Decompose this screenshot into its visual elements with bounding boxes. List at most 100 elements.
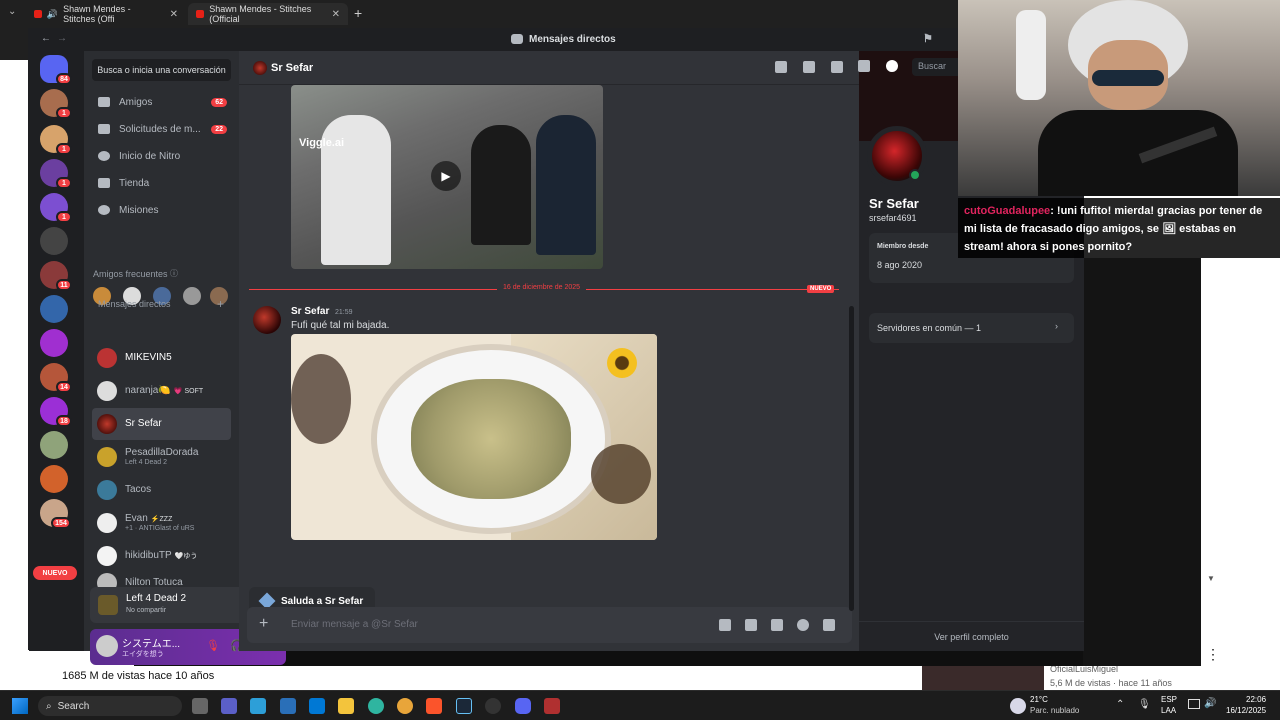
attach-plus-icon[interactable]: + bbox=[259, 615, 268, 633]
nav-back-icon[interactable]: ← bbox=[41, 33, 51, 44]
network-icon[interactable] bbox=[1188, 699, 1200, 709]
new-tab-button[interactable]: + bbox=[354, 5, 362, 21]
mutual-servers-label: Servidores en común — 1 bbox=[877, 323, 982, 333]
chevron-up-icon[interactable]: ⌃ bbox=[1116, 699, 1124, 710]
steam-icon[interactable] bbox=[456, 698, 472, 714]
mutual-servers-button[interactable]: Servidores en común — 1 › bbox=[869, 313, 1074, 343]
nav-friends[interactable]: Amigos 62 bbox=[92, 90, 231, 114]
video-call-icon[interactable] bbox=[803, 61, 815, 73]
server-rail: 84 1 1 1 1 11 14 18 154 NUEVO bbox=[29, 51, 84, 651]
voice-call-icon[interactable] bbox=[775, 61, 787, 73]
dm-item[interactable]: PesadillaDorada Left 4 Dead 2 bbox=[92, 441, 231, 473]
dm-item[interactable]: Evan ⚡ZZZ +1 · ANTIGlast of uRS bbox=[92, 507, 231, 539]
info-icon[interactable]: ⓘ bbox=[170, 268, 178, 279]
find-conversation-button[interactable]: Busca o inicia una conversación bbox=[92, 59, 231, 81]
avatar bbox=[97, 546, 117, 566]
chevron-right-icon: › bbox=[1055, 321, 1058, 331]
discord-taskbar-icon[interactable] bbox=[515, 698, 531, 714]
chat-area: Sr Sefar Viggle.ai ▶ 16 de diciembre de … bbox=[239, 51, 859, 651]
server-icon[interactable] bbox=[40, 465, 68, 493]
scroll-down-icon[interactable]: ▼ bbox=[1207, 574, 1215, 583]
file-explorer-icon[interactable] bbox=[338, 698, 354, 714]
sticker-icon[interactable] bbox=[771, 619, 783, 631]
avatar bbox=[97, 414, 117, 434]
chat-title: Sr Sefar bbox=[271, 62, 314, 74]
copilot-icon[interactable] bbox=[250, 698, 266, 714]
view-full-profile-button[interactable]: Ver perfil completo bbox=[859, 621, 1084, 651]
member-since-date: 8 ago 2020 bbox=[877, 260, 923, 270]
video-attachment[interactable]: Viggle.ai ▶ bbox=[291, 85, 603, 269]
sunflower bbox=[607, 348, 637, 378]
microphone-icon[interactable]: 🎙 bbox=[1138, 699, 1151, 710]
dm-item[interactable]: hikidibuTP 🤍ゆう bbox=[92, 540, 231, 572]
outlook-icon[interactable] bbox=[309, 698, 325, 714]
message-time: 21:59 bbox=[335, 309, 353, 316]
brave-icon[interactable] bbox=[426, 698, 442, 714]
dm-item[interactable]: naranja🍋 💗 SOFT bbox=[92, 375, 231, 407]
message-composer[interactable]: + Enviar mensaje a @Sr Sefar bbox=[247, 607, 852, 643]
store-icon[interactable] bbox=[280, 698, 296, 714]
windows-start-icon[interactable] bbox=[12, 698, 28, 714]
skeleton-decoration bbox=[1016, 10, 1046, 100]
dm-item[interactable]: MIKEVIN5 bbox=[92, 342, 231, 374]
gif-icon[interactable] bbox=[745, 619, 757, 631]
close-icon[interactable]: ✕ bbox=[170, 9, 178, 20]
task-view-icon[interactable] bbox=[192, 698, 208, 714]
dm-item[interactable]: Tacos bbox=[92, 474, 231, 506]
add-friend-icon[interactable] bbox=[858, 60, 870, 72]
dm-name: MIKEVIN5 bbox=[125, 352, 172, 363]
wave-label: Saluda a Sr Sefar bbox=[281, 595, 364, 607]
nav-forward-icon[interactable]: → bbox=[57, 33, 67, 44]
teams-icon[interactable] bbox=[221, 698, 237, 714]
server-icon[interactable] bbox=[40, 227, 68, 255]
chat-scrollbar[interactable] bbox=[849, 306, 854, 611]
obs-icon[interactable] bbox=[485, 698, 501, 714]
server-icon[interactable] bbox=[40, 431, 68, 459]
dm-item-selected[interactable]: Sr Sefar bbox=[92, 408, 231, 440]
image-attachment[interactable] bbox=[291, 334, 657, 540]
related-thumbnail[interactable] bbox=[922, 662, 1044, 690]
user-profile-icon[interactable] bbox=[886, 60, 898, 72]
taskbar-search[interactable]: ⌕ Search bbox=[38, 696, 182, 716]
avatar[interactable] bbox=[253, 306, 281, 334]
keyboard-layout[interactable]: LAA bbox=[1161, 706, 1176, 716]
input-language[interactable]: ESP bbox=[1161, 695, 1177, 705]
inbox-flag-icon[interactable]: ⚑ bbox=[923, 32, 933, 45]
chat-search-input[interactable]: Buscar bbox=[912, 58, 958, 76]
server-icon[interactable] bbox=[40, 295, 68, 323]
chrome-icon[interactable] bbox=[397, 698, 413, 714]
user-status: エイダを想う bbox=[122, 651, 164, 658]
clock-date[interactable]: 16/12/2025 bbox=[1226, 706, 1266, 716]
close-icon[interactable]: ✕ bbox=[332, 9, 340, 20]
emoji-icon[interactable] bbox=[797, 619, 809, 631]
nav-quests[interactable]: Misiones bbox=[92, 198, 231, 222]
gift-icon[interactable] bbox=[719, 619, 731, 631]
nav-label: Misiones bbox=[119, 204, 159, 216]
tab-youtube-1[interactable]: 🔊 Shawn Mendes - Stitches (Offi ✕ bbox=[26, 3, 186, 25]
new-messages-pill[interactable]: NUEVO bbox=[33, 566, 77, 580]
apps-icon[interactable] bbox=[823, 619, 835, 631]
l4d2-icon[interactable] bbox=[544, 698, 560, 714]
frequent-friend-avatar[interactable] bbox=[183, 287, 201, 305]
shop-icon bbox=[98, 178, 110, 188]
create-dm-button[interactable]: + bbox=[217, 297, 224, 311]
edge-icon[interactable] bbox=[368, 698, 384, 714]
more-vert-icon[interactable]: ⋮ bbox=[1206, 646, 1220, 663]
dm-sidebar: Busca o inicia una conversación Amigos 6… bbox=[84, 51, 286, 665]
tab-list-chevron-icon[interactable]: ⌄ bbox=[8, 6, 16, 17]
server-icon[interactable] bbox=[40, 329, 68, 357]
dm-name: Sr Sefar bbox=[125, 418, 162, 429]
nav-nitro[interactable]: Inicio de Nitro bbox=[92, 144, 231, 168]
avatar[interactable] bbox=[96, 635, 118, 657]
pin-icon[interactable] bbox=[831, 61, 843, 73]
nav-shop[interactable]: Tienda bbox=[92, 171, 231, 195]
composer-input[interactable]: Enviar mensaje a @Sr Sefar bbox=[291, 619, 418, 630]
play-icon[interactable]: ▶ bbox=[431, 161, 461, 191]
tab-youtube-2[interactable]: Shawn Mendes - Stitches (Official ✕ bbox=[188, 3, 348, 25]
dark-panel bbox=[1083, 258, 1201, 666]
message-author[interactable]: Sr Sefar bbox=[291, 306, 329, 317]
volume-icon[interactable]: 🔊 bbox=[1204, 698, 1216, 709]
nav-message-requests[interactable]: Solicitudes de m... 22 bbox=[92, 117, 231, 141]
mic-muted-icon[interactable]: 🎙 bbox=[206, 639, 220, 652]
clock-time[interactable]: 22:06 bbox=[1246, 695, 1266, 705]
